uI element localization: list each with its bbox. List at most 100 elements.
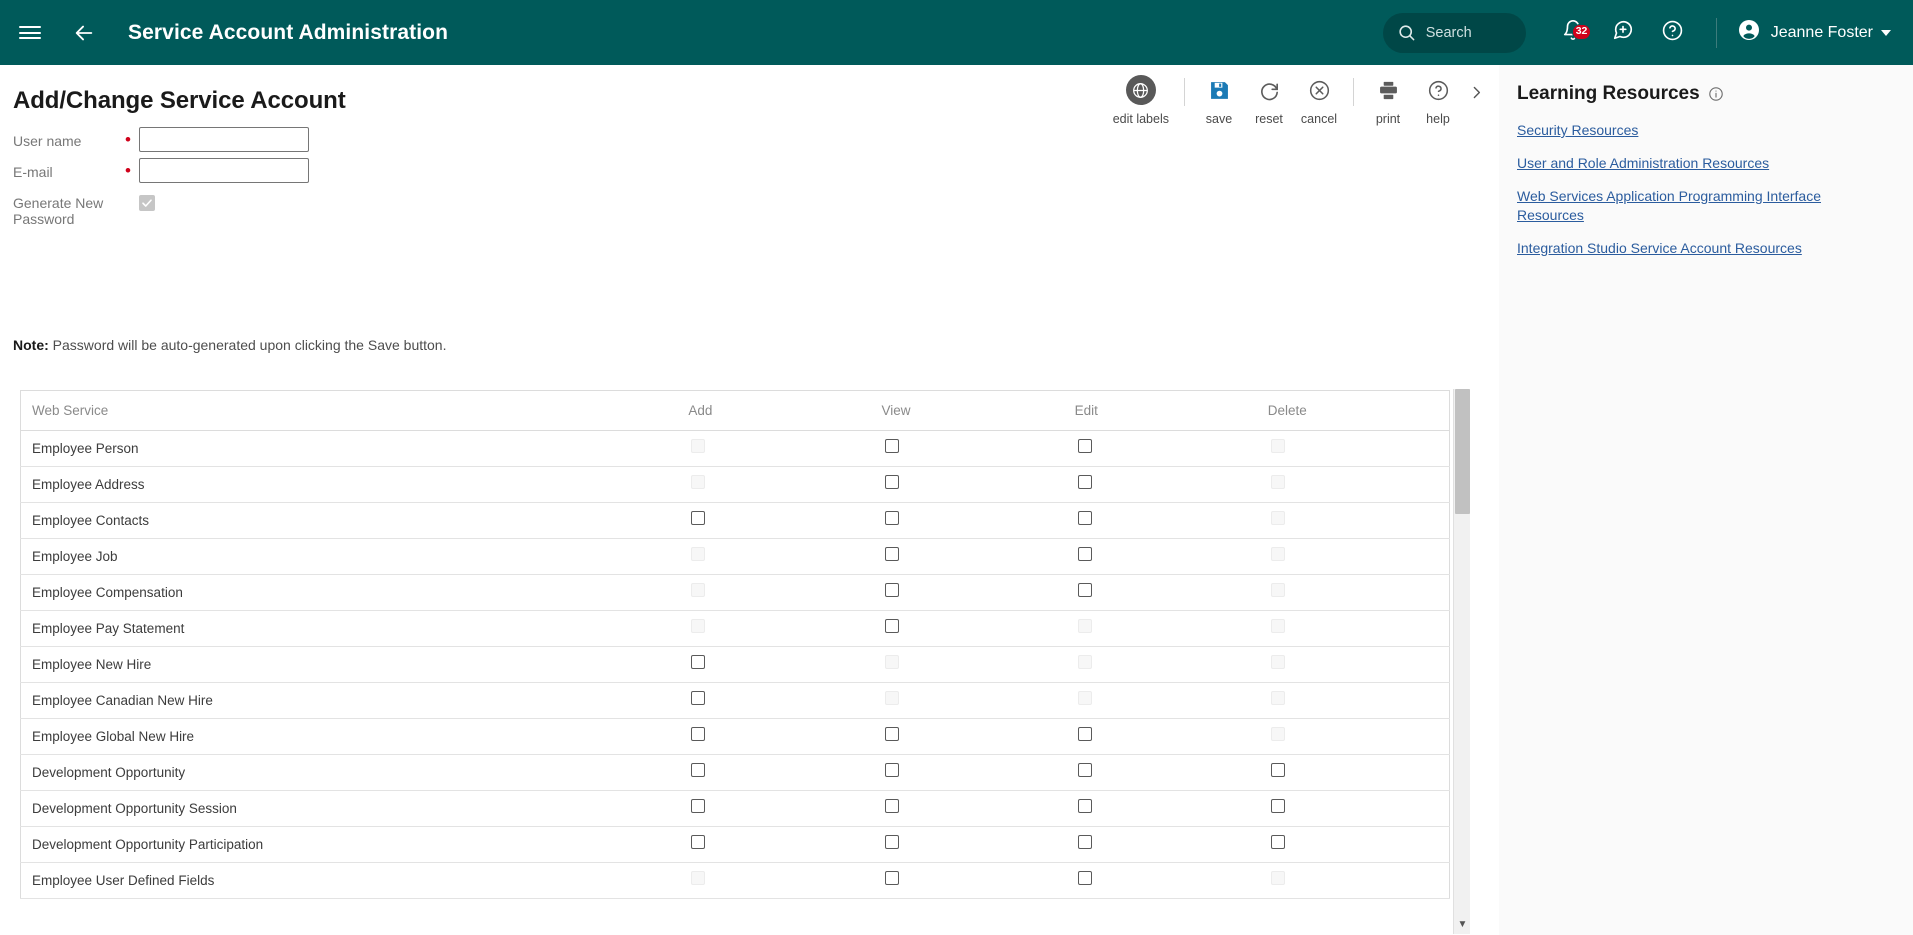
edit-checkbox[interactable] [1077,511,1092,525]
edit-checkbox[interactable] [1077,547,1092,561]
column-header-add: Add [688,390,882,431]
edit-labels-button[interactable]: edit labels [1107,75,1175,126]
edit-checkbox[interactable] [1077,727,1092,741]
delete-checkbox[interactable] [1270,763,1285,777]
search-input[interactable]: Search [1382,12,1526,53]
scrollbar-thumb[interactable] [1455,389,1470,514]
view-checkbox[interactable] [884,619,899,633]
delete-checkbox [1270,727,1285,741]
edit-checkbox[interactable] [1077,439,1092,453]
learning-resource-link[interactable]: Security Resources [1517,121,1837,140]
edit-checkbox[interactable] [1077,835,1092,849]
table-row: Employee Pay Statement [20,610,1450,647]
chevron-down-icon [1881,29,1891,36]
add-checkbox[interactable] [691,799,706,813]
delete-checkbox-cell [1267,682,1450,719]
notifications-button[interactable]: 32 [1552,12,1594,54]
learning-resources-link-list: Security Resources User and Role Administ… [1517,121,1891,258]
table-vertical-scrollbar[interactable]: ▼ [1453,389,1470,934]
save-label: save [1205,112,1233,126]
print-button[interactable]: print [1363,75,1413,126]
view-checkbox[interactable] [884,583,899,597]
view-checkbox[interactable] [884,727,899,741]
view-checkbox[interactable] [884,439,899,453]
learning-resource-link[interactable]: Web Services Application Programming Int… [1517,187,1837,225]
learning-resources-panel: Learning Resources Security Resources Use… [1499,65,1913,935]
scroll-down-arrow-icon[interactable]: ▼ [1454,920,1471,930]
back-arrow-icon[interactable] [62,11,106,55]
web-service-name-cell: Employee Job [20,538,689,575]
required-indicator: • [125,130,131,149]
view-checkbox-cell [881,502,1075,539]
web-service-name-cell: Employee Global New Hire [20,718,689,755]
view-checkbox[interactable] [884,763,899,777]
view-checkbox[interactable] [884,799,899,813]
add-checkbox[interactable] [691,727,706,741]
header-right-group: Search 32 Jeanne Foster [1382,0,1913,65]
view-checkbox-cell [881,718,1075,755]
add-checkbox [691,619,706,633]
delete-checkbox [1270,655,1285,669]
table-row: Development Opportunity Session [20,790,1450,827]
help-question-circle-icon [1427,75,1450,105]
edit-checkbox[interactable] [1077,871,1092,885]
view-checkbox[interactable] [884,547,899,561]
edit-checkbox-cell [1074,646,1268,683]
add-checkbox[interactable] [691,655,706,669]
view-checkbox-cell [881,430,1075,467]
chevron-right-icon[interactable] [1463,77,1489,107]
reset-button[interactable]: reset [1244,75,1294,126]
search-placeholder-label: Search [1425,24,1472,41]
edit-checkbox[interactable] [1077,475,1092,489]
add-checkbox-cell [688,790,882,827]
table-row: Employee Person [20,430,1450,467]
add-checkbox[interactable] [691,691,706,705]
edit-checkbox[interactable] [1077,799,1092,813]
add-checkbox-cell [688,754,882,791]
view-checkbox [884,655,899,669]
header-left-group: Service Account Administration [0,11,448,55]
save-button[interactable]: save [1194,75,1244,126]
add-checkbox [691,583,706,597]
cancel-button[interactable]: cancel [1294,75,1344,126]
view-checkbox[interactable] [884,871,899,885]
view-checkbox-cell [881,790,1075,827]
edit-labels-label: edit labels [1112,112,1169,126]
add-checkbox[interactable] [691,763,706,777]
info-circle-icon[interactable] [1708,86,1724,102]
feedback-button[interactable] [1602,12,1644,54]
edit-checkbox[interactable] [1077,583,1092,597]
add-checkbox-cell [688,574,882,611]
table-body: Employee Person Employee Address Employee … [20,430,1450,899]
edit-checkbox[interactable] [1077,763,1092,777]
reset-label: reset [1255,112,1283,126]
view-checkbox[interactable] [884,475,899,489]
add-checkbox[interactable] [691,511,706,525]
hamburger-menu-icon[interactable] [8,11,52,55]
delete-checkbox[interactable] [1270,835,1285,849]
form-row-generate-password: Generate New Password [13,189,309,227]
learning-resource-link[interactable]: Integration Studio Service Account Resou… [1517,239,1837,258]
add-checkbox-cell [688,826,882,863]
add-checkbox-cell [688,430,882,467]
help-toolbar-button[interactable]: help [1413,75,1463,126]
add-checkbox[interactable] [691,835,706,849]
form-row-username: User name • [13,127,309,152]
email-input[interactable] [139,158,309,183]
view-checkbox[interactable] [884,835,899,849]
search-icon [1397,23,1416,42]
table-row: Employee Address [20,466,1450,503]
edit-checkbox [1077,691,1092,705]
user-menu[interactable]: Jeanne Foster [1731,14,1897,51]
add-checkbox [691,871,706,885]
no-required-indicator [125,189,139,194]
view-checkbox[interactable] [884,511,899,525]
username-label: User name [13,133,82,149]
username-input[interactable] [139,127,309,152]
delete-checkbox[interactable] [1270,799,1285,813]
learning-resource-link[interactable]: User and Role Administration Resources [1517,154,1837,173]
help-button[interactable] [1652,12,1694,54]
web-service-name-cell: Employee Person [20,430,689,467]
view-checkbox [884,691,899,705]
column-header-delete: Delete [1267,390,1450,431]
